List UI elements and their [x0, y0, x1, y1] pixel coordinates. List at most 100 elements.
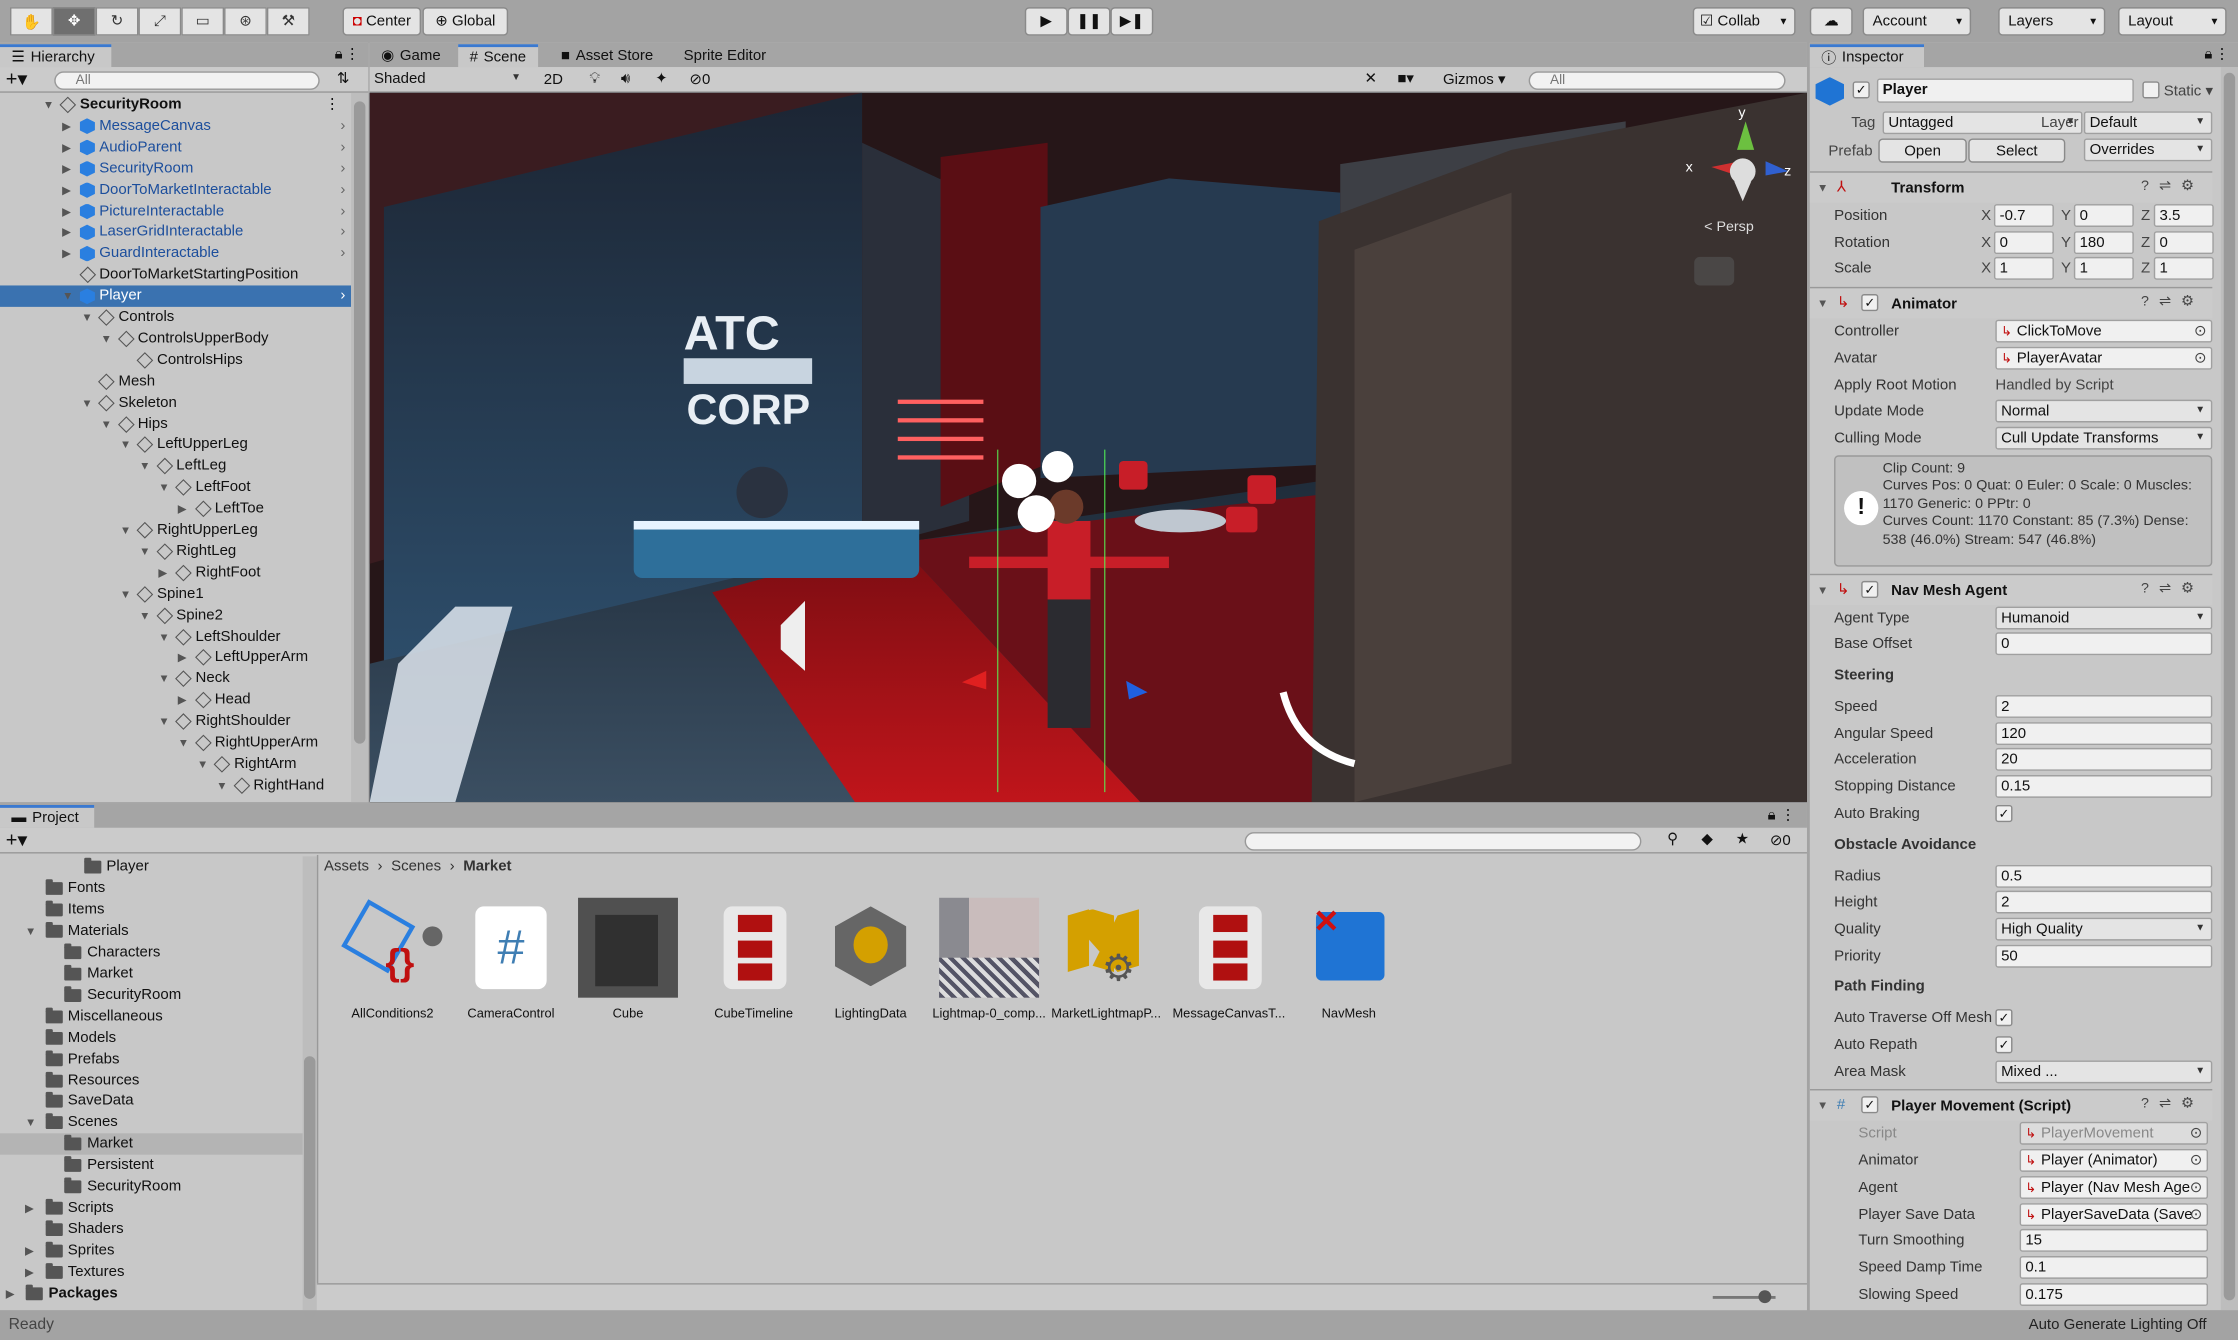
project-folder-item[interactable]: ▶ Packages [0, 1283, 303, 1304]
scale-tool-button[interactable]: ⤢ [138, 7, 182, 36]
project-folder-item[interactable]: Shaders [0, 1219, 303, 1240]
hierarchy-item[interactable]: ▶ MessageCanvas › [0, 115, 351, 136]
hierarchy-item[interactable]: ▼ LeftLeg [0, 456, 351, 477]
hierarchy-item[interactable]: ▼ RightLeg [0, 541, 351, 562]
asset-item[interactable]: {} AllConditions2 [333, 898, 453, 1021]
gear-icon[interactable]: ⚙ [2181, 1097, 2204, 1113]
project-folder-item[interactable]: ▼ Scenes [0, 1112, 303, 1133]
asset-item[interactable]: Lightmap-0_comp... [929, 897, 1049, 1021]
project-folder-item[interactable]: Resources [0, 1070, 303, 1091]
hierarchy-item[interactable]: ▼ RightUpperLeg [0, 520, 351, 541]
expand-arrow-open-icon[interactable]: ▼ [120, 583, 131, 604]
gear-icon[interactable]: ⚙ [2181, 294, 2204, 310]
transform-position-y-field[interactable]: 0 [2073, 204, 2134, 227]
property-dropdown[interactable]: Normal [1995, 399, 2213, 423]
effects-toggle-icon[interactable]: ✦ [655, 70, 668, 87]
asset-item[interactable]: MessageCanvasT... [1169, 898, 1289, 1021]
expand-arrow-open-icon[interactable]: ▼ [101, 413, 112, 434]
object-field[interactable]: ↳ ⊙ Player (Nav Mesh Age [2019, 1175, 2209, 1199]
active-checkbox[interactable]: ✓ [1852, 81, 1870, 99]
property-field[interactable]: 50 [1995, 944, 2213, 968]
layout-dropdown[interactable]: Layout ▼ [2118, 7, 2227, 36]
static-dropdown[interactable]: Static ▾ [2164, 83, 2213, 100]
tab-game[interactable]: ◉ Game [370, 44, 452, 67]
menu-icon[interactable]: ⋮ [2214, 46, 2229, 63]
hierarchy-item[interactable]: ▶ Head [0, 690, 351, 711]
expand-arrow-open-icon[interactable]: ▼ [81, 392, 92, 413]
help-icon[interactable]: ? [2141, 1097, 2159, 1113]
scene-viewport[interactable]: ATC CORP y x z < Persp [369, 92, 1807, 803]
transform-position-x-field[interactable]: -0.7 [1993, 204, 2054, 227]
expand-arrow-closed-icon[interactable]: ▶ [62, 201, 71, 222]
cloud-button[interactable]: ☁ [1809, 7, 1853, 36]
expand-arrow-closed-icon[interactable]: ▶ [178, 647, 187, 668]
prefab-open-button[interactable]: Open [1878, 138, 1967, 163]
transform-rotation-y-field[interactable]: 180 [2073, 230, 2134, 254]
hierarchy-item[interactable]: ▼ SecurityRoom ⋮ [0, 94, 351, 115]
transform-rotation-x-field[interactable]: 0 [1993, 230, 2054, 254]
lighting-toggle-icon[interactable]: 💡︎ [589, 70, 600, 89]
lock-icon[interactable]: 🔒︎ [2204, 46, 2212, 65]
tools-icon[interactable]: ✕ [1364, 70, 1377, 87]
expand-arrow-open-icon[interactable]: ▼ [158, 477, 169, 498]
prefab-select-button[interactable]: Select [1968, 138, 2066, 163]
lock-icon[interactable]: 🔒︎ [1768, 806, 1776, 825]
hierarchy-item[interactable]: ▼ RightArm [0, 753, 351, 774]
hierarchy-item[interactable]: ▼ RightUpperArm [0, 732, 351, 753]
expand-arrow-open-icon[interactable]: ▼ [158, 626, 169, 647]
expand-arrow-closed-icon[interactable]: ▶ [62, 243, 71, 264]
search-by-label-icon[interactable]: ◆ [1701, 831, 1713, 848]
open-prefab-arrow-icon[interactable]: › [340, 179, 345, 200]
expand-arrow-closed-icon[interactable]: ▶ [178, 690, 187, 711]
foldout-arrow-icon[interactable]: ▼ [1817, 583, 1828, 596]
object-picker-icon[interactable]: ⊙ [2194, 321, 2207, 341]
expand-arrow-open-icon[interactable]: ▼ [139, 456, 150, 477]
object-field[interactable]: ↳ ⊙ ClickToMove [1995, 319, 2213, 343]
lighting-status[interactable]: Auto Generate Lighting Off [2029, 1316, 2207, 1333]
tab-asset-store[interactable]: ■ Asset Store [550, 44, 665, 67]
expand-arrow-open-icon[interactable]: ▼ [120, 520, 131, 541]
property-field[interactable]: 20 [1995, 748, 2213, 772]
project-folder-item[interactable]: ▶ Sprites [0, 1240, 303, 1261]
transform-position-z-field[interactable]: 3.5 [2153, 204, 2214, 227]
hierarchy-item[interactable]: ▼ Neck [0, 668, 351, 689]
project-tree-scrollbar[interactable] [302, 856, 317, 1311]
search-by-type-icon[interactable]: ⚲ [1667, 831, 1678, 848]
hierarchy-item[interactable]: ▼ Player › [0, 285, 352, 308]
hierarchy-item[interactable]: ▶ GuardInteractable › [0, 243, 351, 264]
open-prefab-arrow-icon[interactable]: › [340, 222, 345, 243]
expand-arrow-open-icon[interactable]: ▼ [43, 94, 54, 115]
expand-arrow-open-icon[interactable]: ▼ [139, 541, 150, 562]
project-folder-item[interactable]: ▶ Scripts [0, 1198, 303, 1219]
property-field[interactable]: 2 [1995, 695, 2213, 718]
transform-scale-z-field[interactable]: 1 [2153, 257, 2214, 281]
object-field[interactable]: ↳ ⊙ PlayerMovement [2019, 1122, 2209, 1146]
menu-icon[interactable]: ⋮ [1781, 806, 1796, 823]
expand-arrow-closed-icon[interactable]: ▶ [62, 137, 71, 158]
hierarchy-item[interactable]: ▼ Spine2 [0, 605, 351, 626]
hierarchy-item[interactable]: ▼ Controls [0, 307, 351, 328]
hierarchy-item[interactable]: ▼ Skeleton [0, 392, 351, 413]
create-button[interactable]: +▾ [6, 828, 28, 852]
help-icon[interactable]: ? [2141, 580, 2159, 596]
presets-icon[interactable]: ⇌ [2159, 1097, 2181, 1113]
expand-arrow-open-icon[interactable]: ▼ [25, 920, 36, 941]
step-button[interactable]: ▶❚ [1110, 7, 1154, 36]
expand-arrow-open-icon[interactable]: ▼ [81, 307, 92, 328]
expand-arrow-open-icon[interactable]: ▼ [216, 775, 227, 796]
help-icon[interactable]: ? [2141, 178, 2159, 194]
menu-icon[interactable]: ⋮ [345, 46, 360, 63]
2d-toggle[interactable]: 2D [544, 71, 563, 88]
object-picker-icon[interactable]: ⊙ [2190, 1177, 2203, 1197]
rotate-tool-button[interactable]: ↻ [95, 7, 139, 36]
project-folder-item[interactable]: SecurityRoom [0, 1176, 303, 1197]
breadcrumb-item[interactable]: Assets [324, 858, 369, 879]
hierarchy-item[interactable]: DoorToMarketStartingPosition [0, 264, 351, 285]
object-picker-icon[interactable]: ⊙ [2190, 1151, 2203, 1171]
component-enabled-checkbox[interactable]: ✓ [1861, 294, 1879, 312]
overrides-dropdown[interactable]: Overrides [2083, 138, 2213, 162]
custom-tool-button[interactable]: ⚒ [266, 7, 310, 36]
open-prefab-arrow-icon[interactable]: › [340, 243, 345, 264]
tab-scene[interactable]: # Scene [458, 44, 538, 68]
tab-sprite-editor[interactable]: Sprite Editor [672, 44, 777, 67]
